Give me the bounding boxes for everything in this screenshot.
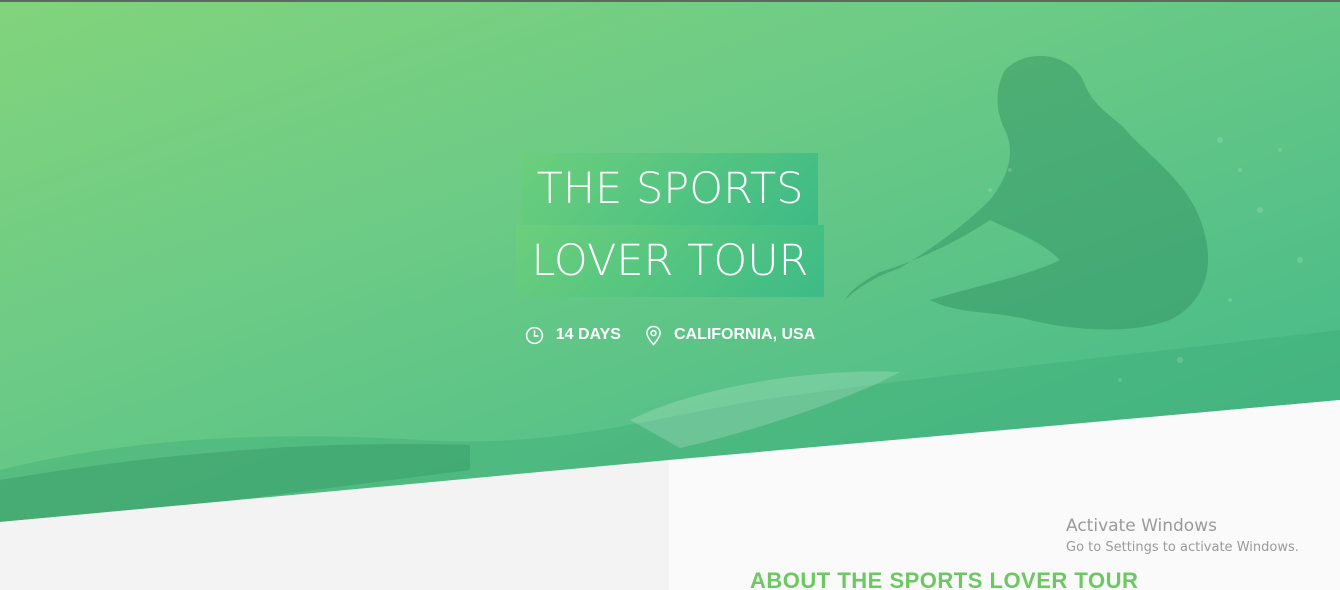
tour-meta: 14 DAYS CALIFORNIA, USA [0, 322, 1340, 348]
clock-icon [525, 326, 544, 345]
tour-duration: 14 DAYS [525, 322, 621, 348]
about-section-heading: ABOUT THE SPORTS LOVER TOUR [750, 568, 1139, 590]
hero-section: THE SPORTS LOVER TOUR 14 DAYS CALIFORNIA… [0, 0, 1340, 590]
watermark-subtitle: Go to Settings to activate Windows. [1066, 540, 1299, 555]
hero-title-line-1: THE SPORTS [521, 153, 819, 225]
tour-location-label: CALIFORNIA, USA [673, 326, 816, 343]
top-border [0, 0, 1340, 2]
tour-duration-label: 14 DAYS [555, 326, 621, 343]
hero-title: THE SPORTS LOVER TOUR [0, 153, 1340, 297]
watermark-title: Activate Windows [1066, 516, 1217, 536]
activate-windows-watermark: Activate Windows Go to Settings to activ… [1066, 515, 1299, 559]
map-pin-icon [645, 325, 662, 346]
tour-location: CALIFORNIA, USA [645, 322, 815, 348]
hero-title-line-2: LOVER TOUR [516, 225, 824, 297]
